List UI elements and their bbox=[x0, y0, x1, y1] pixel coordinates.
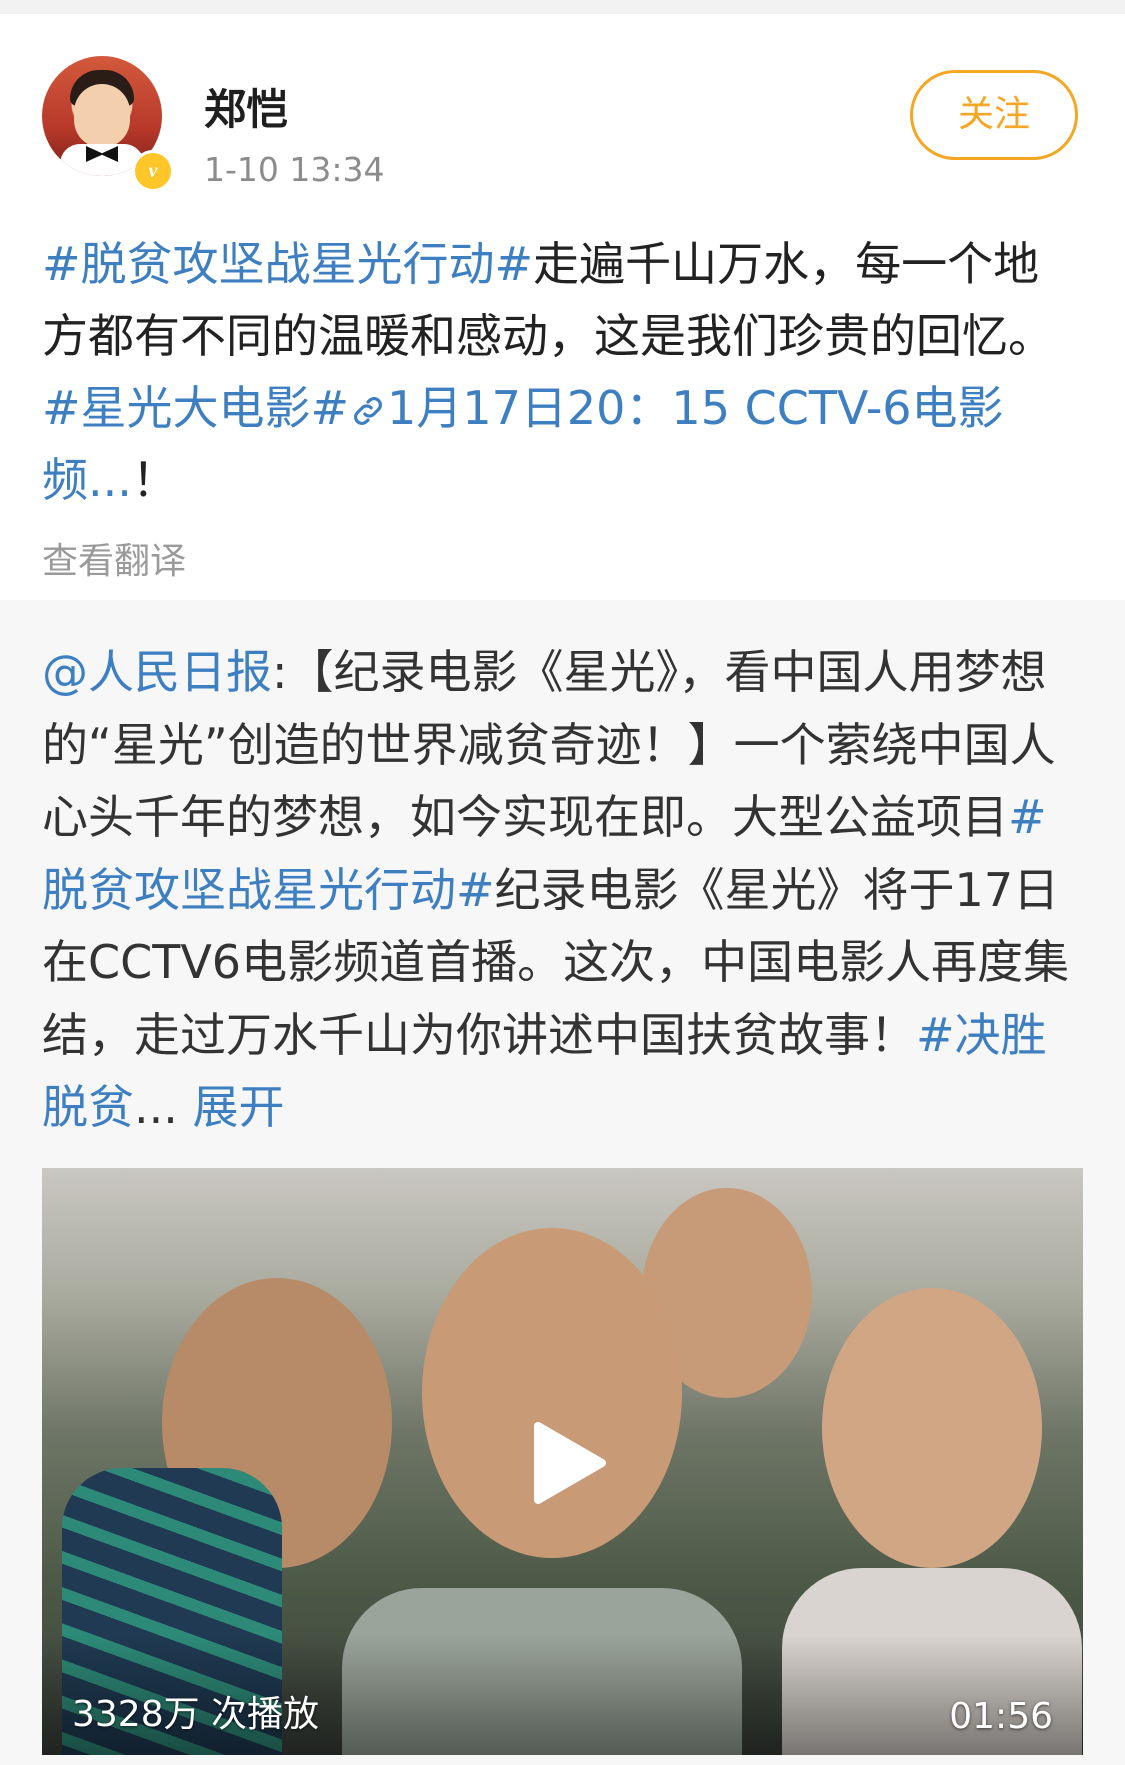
follow-button[interactable]: 关注 bbox=[910, 70, 1078, 160]
thumbnail-child bbox=[822, 1288, 1042, 1568]
ellipsis: ... bbox=[134, 1080, 178, 1134]
thumbnail-child bbox=[422, 1228, 682, 1558]
repost-body: @人民日报:【纪录电影《星光》，看中国人用梦想的“星光”创造的世界减贫奇迹！】一… bbox=[42, 636, 1092, 1144]
video-duration: 01:56 bbox=[949, 1696, 1053, 1737]
video-player[interactable]: 3328万 次播放 01:56 bbox=[42, 1168, 1083, 1755]
play-icon[interactable] bbox=[520, 1418, 610, 1508]
post-timestamp: 1-10 13:34 bbox=[204, 150, 385, 189]
weibo-post-page: v 郑恺 1-10 13:34 关注 #脱贫攻坚战星光行动#走遍千山万水，每一个… bbox=[0, 0, 1125, 1765]
post-body: #脱贫攻坚战星光行动#走遍千山万水，每一个地方都有不同的温暖和感动，这是我们珍贵… bbox=[42, 228, 1082, 516]
avatar-face bbox=[74, 84, 130, 148]
topic-link[interactable]: #星光大电影# bbox=[42, 381, 349, 435]
original-post: v 郑恺 1-10 13:34 关注 #脱贫攻坚战星光行动#走遍千山万水，每一个… bbox=[0, 14, 1125, 600]
mention-link[interactable]: @人民日报 bbox=[42, 645, 272, 699]
reposted-content[interactable]: @人民日报:【纪录电影《星光》，看中国人用梦想的“星光”创造的世界减贫奇迹！】一… bbox=[0, 600, 1125, 1765]
verified-badge-icon: v bbox=[132, 150, 174, 192]
translate-link[interactable]: 查看翻译 bbox=[42, 532, 186, 584]
video-view-count: 3328万 次播放 bbox=[72, 1694, 320, 1735]
author-name[interactable]: 郑恺 bbox=[204, 76, 288, 137]
topic-link[interactable]: #脱贫攻坚战星光行动# bbox=[42, 237, 533, 291]
post-text-tail: ！ bbox=[131, 453, 178, 507]
link-icon[interactable] bbox=[349, 381, 387, 435]
expand-button[interactable]: 展开 bbox=[193, 1080, 285, 1134]
